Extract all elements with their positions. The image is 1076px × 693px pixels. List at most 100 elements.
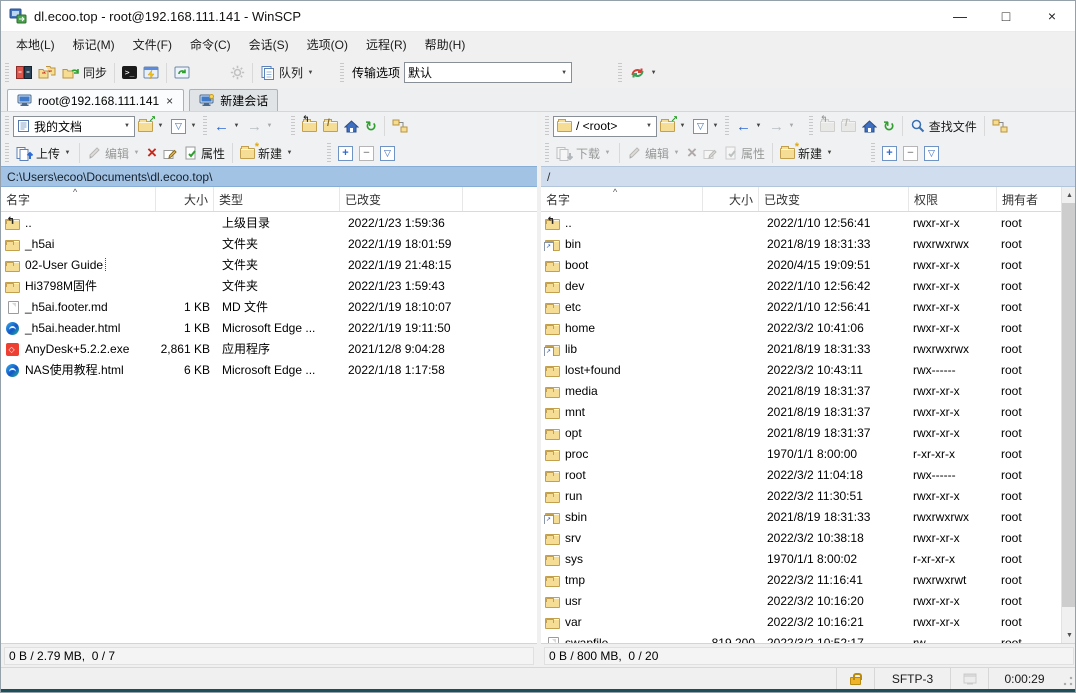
file-row[interactable]: dev 2022/1/10 12:56:42 rwxr-xr-x root: [541, 275, 1061, 296]
toolbar-grip[interactable]: [809, 116, 813, 136]
properties-button[interactable]: 属性: [721, 141, 768, 165]
preferences-button[interactable]: [227, 61, 248, 85]
file-row[interactable]: boot 2020/4/15 19:09:51 rwxr-xr-x root: [541, 254, 1061, 275]
file-row[interactable]: tmp 2022/3/2 11:16:41 rwxrwxrwt root: [541, 569, 1061, 590]
file-row[interactable]: lib 2021/8/19 18:31:33 rwxrwxrwx root: [541, 338, 1061, 359]
filter-button[interactable]: ▽▼: [690, 114, 723, 138]
column-header-type[interactable]: 类型: [214, 187, 340, 211]
edit-button[interactable]: 编辑 ▼: [84, 141, 144, 165]
select-add-button[interactable]: +: [335, 141, 356, 165]
file-row[interactable]: NAS使用教程.html 6 KB Microsoft Edge ... 202…: [1, 359, 537, 380]
file-row[interactable]: lost+found 2022/3/2 10:43:11 rwx------ r…: [541, 359, 1061, 380]
file-row[interactable]: Hi3798M固件 文件夹 2022/1/23 1:59:43: [1, 275, 537, 296]
filter-button[interactable]: ▽▼: [168, 114, 201, 138]
file-row[interactable]: _h5ai 文件夹 2022/1/19 18:01:59: [1, 233, 537, 254]
security-cell[interactable]: [836, 668, 874, 689]
file-row[interactable]: .. 上级目录 2022/1/23 1:59:36: [1, 212, 537, 233]
protocol-cell[interactable]: SFTP-3: [874, 668, 950, 689]
local-file-list[interactable]: .. 上级目录 2022/1/23 1:59:36 _h5ai 文件夹: [1, 212, 537, 643]
select-remove-button[interactable]: −: [900, 141, 921, 165]
column-header-size[interactable]: 大小: [703, 187, 759, 211]
vertical-scrollbar[interactable]: ▲ ▼: [1061, 187, 1076, 643]
local-path-bar[interactable]: C:\Users\ecoo\Documents\dl.ecoo.top\: [1, 166, 537, 187]
dropdown-arrow[interactable]: ▼: [603, 150, 612, 156]
column-header-changed[interactable]: 已改变: [340, 187, 463, 211]
root-directory-button[interactable]: /: [320, 114, 341, 138]
open-directory-button[interactable]: ↗▼: [135, 114, 168, 138]
toolbar-grip[interactable]: [327, 143, 331, 163]
file-row[interactable]: proc 1970/1/1 8:00:00 r-xr-xr-x root: [541, 443, 1061, 464]
file-row[interactable]: _h5ai.footer.md 1 KB MD 文件 2022/1/19 18:…: [1, 296, 537, 317]
find-files-button[interactable]: 查找文件: [907, 114, 980, 138]
combo-dropdown-button[interactable]: ▼: [557, 63, 571, 82]
properties-button[interactable]: 属性: [181, 141, 228, 165]
parent-directory-button[interactable]: ↰: [299, 114, 320, 138]
dropdown-arrow[interactable]: ▼: [678, 123, 687, 129]
dropdown-arrow[interactable]: ▼: [754, 123, 763, 129]
file-row[interactable]: srv 2022/3/2 10:38:18 rwxr-xr-x root: [541, 527, 1061, 548]
back-button[interactable]: ←▼: [733, 114, 766, 138]
menu-item[interactable]: 会话(S): [240, 32, 298, 57]
menu-item[interactable]: 本地(L): [7, 32, 64, 57]
toolbar-grip[interactable]: [545, 143, 549, 163]
tab-session[interactable]: root@192.168.111.141 ×: [7, 89, 184, 111]
rename-button[interactable]: [160, 141, 181, 165]
forward-button[interactable]: →▼: [244, 114, 277, 138]
toolbar-grip[interactable]: [618, 63, 622, 83]
toolbar-grip[interactable]: [291, 116, 295, 136]
refresh-session-button[interactable]: [171, 61, 193, 85]
back-button[interactable]: ←▼: [211, 114, 244, 138]
file-row[interactable]: _h5ai.header.html 1 KB Microsoft Edge ..…: [1, 317, 537, 338]
file-row[interactable]: opt 2021/8/19 18:31:37 rwxr-xr-x root: [541, 422, 1061, 443]
toolbar-grip[interactable]: [340, 63, 344, 83]
new-button[interactable]: * 新建 ▼: [237, 141, 297, 165]
file-row[interactable]: run 2022/3/2 11:30:51 rwxr-xr-x root: [541, 485, 1061, 506]
column-header-owner[interactable]: 拥有者: [997, 187, 1061, 211]
column-header-changed[interactable]: 已改变: [759, 187, 909, 211]
tab-close-icon[interactable]: ×: [165, 94, 174, 108]
dropdown-arrow[interactable]: ▼: [672, 150, 681, 156]
dropdown-arrow[interactable]: ▼: [711, 123, 720, 129]
column-header-name[interactable]: 名字: [1, 187, 156, 211]
home-directory-button[interactable]: [859, 114, 880, 138]
file-row[interactable]: etc 2022/1/10 12:56:41 rwxr-xr-x root: [541, 296, 1061, 317]
rename-button[interactable]: [700, 141, 721, 165]
dropdown-arrow[interactable]: ▼: [285, 150, 294, 156]
open-directory-button[interactable]: ↗▼: [657, 114, 690, 138]
scroll-up-icon[interactable]: ▲: [1062, 187, 1076, 203]
combo-dropdown-button[interactable]: ▼: [120, 117, 134, 136]
upload-button[interactable]: 上传 ▼: [13, 141, 75, 165]
synchronize-button[interactable]: 同步: [59, 61, 110, 85]
dropdown-arrow[interactable]: ▼: [265, 123, 274, 129]
dropdown-arrow[interactable]: ▼: [649, 70, 658, 76]
synchronized-browsing-button[interactable]: [35, 61, 59, 85]
toolbar-grip[interactable]: [5, 143, 9, 163]
dropdown-arrow[interactable]: ▼: [132, 150, 141, 156]
refresh-button[interactable]: ↻: [362, 114, 380, 138]
console-status-cell[interactable]: [950, 668, 988, 689]
file-row[interactable]: mnt 2021/8/19 18:31:37 rwxr-xr-x root: [541, 401, 1061, 422]
dropdown-arrow[interactable]: ▼: [63, 150, 72, 156]
forward-button[interactable]: →▼: [766, 114, 799, 138]
column-header-name[interactable]: 名字: [541, 187, 703, 211]
maximize-button[interactable]: □: [983, 1, 1029, 31]
root-directory-button[interactable]: /: [838, 114, 859, 138]
column-header-rights[interactable]: 权限: [909, 187, 997, 211]
remote-address-combo[interactable]: / <root> ▼: [553, 116, 657, 137]
dropdown-arrow[interactable]: ▼: [156, 123, 165, 129]
toolbar-grip[interactable]: [725, 116, 729, 136]
delete-button[interactable]: ×: [144, 141, 160, 165]
parent-directory-button[interactable]: ↰: [817, 114, 838, 138]
home-directory-button[interactable]: [341, 114, 362, 138]
scroll-down-icon[interactable]: ▼: [1062, 627, 1076, 643]
queue-button[interactable]: 队列 ▼: [257, 61, 318, 85]
select-add-button[interactable]: +: [879, 141, 900, 165]
menu-item[interactable]: 帮助(H): [416, 32, 475, 57]
local-address-combo[interactable]: 我的文档 ▼: [13, 116, 135, 137]
toolbar-grip[interactable]: [203, 116, 207, 136]
toolbar-grip[interactable]: [545, 116, 549, 136]
dropdown-arrow[interactable]: ▼: [306, 70, 315, 76]
dropdown-arrow[interactable]: ▼: [787, 123, 796, 129]
menu-item[interactable]: 选项(O): [298, 32, 357, 57]
file-row[interactable]: .. 2022/1/10 12:56:41 rwxr-xr-x root: [541, 212, 1061, 233]
